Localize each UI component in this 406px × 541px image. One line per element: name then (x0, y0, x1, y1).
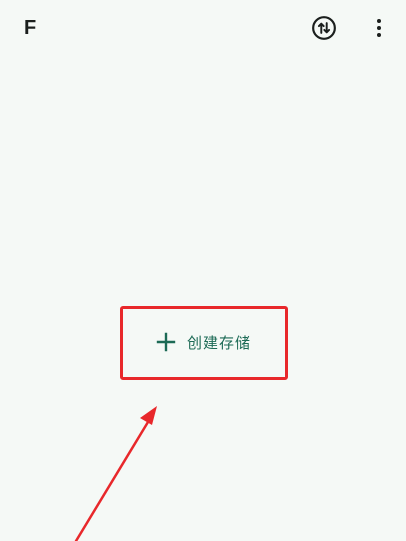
annotation-arrow (74, 406, 157, 541)
app-title: F (24, 17, 37, 39)
more-options-button[interactable] (363, 12, 395, 44)
plus-icon (155, 331, 177, 353)
create-storage-label: 创建存储 (186, 333, 251, 352)
sync-swap-icon (312, 16, 336, 40)
more-vert-icon (377, 19, 381, 37)
sync-button[interactable] (308, 12, 340, 44)
create-storage-button[interactable]: 创建存储 (124, 310, 282, 374)
app-screen: F 创建存储 (0, 0, 406, 541)
top-app-bar: F (0, 0, 406, 58)
